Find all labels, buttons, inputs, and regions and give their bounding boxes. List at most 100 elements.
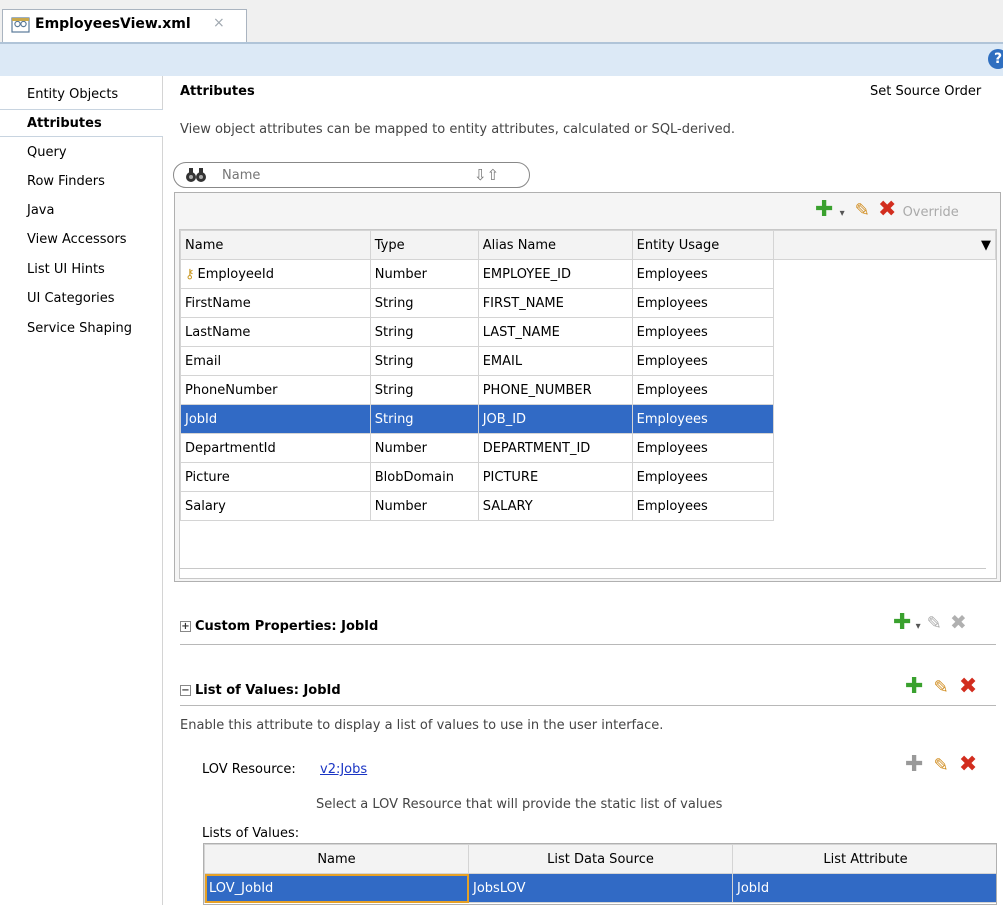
help-icon[interactable]: ? [988,49,1003,69]
close-icon[interactable]: × [213,15,225,31]
add-dropdown-icon[interactable]: ▾ [916,621,921,632]
add-lov-icon[interactable]: ✚ [905,674,923,699]
cell-name: DepartmentId [180,433,371,463]
column-header-alias[interactable]: Alias Name [477,230,633,260]
cell-type: String [369,317,479,347]
attribute-search-box: ⇩⇧ [173,162,530,188]
nav-item-attributes[interactable]: Attributes [0,109,163,137]
lov-description: Enable this attribute to display a list … [180,718,664,733]
editor-header-bar: ? [0,42,1003,76]
add-resource-icon: ✚ [905,752,924,777]
add-dropdown-icon[interactable]: ▾ [840,208,845,219]
nav-item-java[interactable]: Java [0,197,163,225]
lov-resource-link[interactable]: v2:Jobs [320,762,367,777]
cell-alias: PICTURE [477,462,633,492]
custom-properties-title: Custom Properties: JobId [195,619,379,634]
custom-properties-toolbar: ✚ ▾ ✎ ✖ [893,610,967,635]
editor-tab[interactable]: EmployeesView.xml × [2,9,247,42]
lists-of-values-label: Lists of Values: [202,826,300,841]
column-header-list-data-source[interactable]: List Data Source [468,844,733,874]
nav-item-row-finders[interactable]: Row Finders [0,168,163,196]
table-row-selected[interactable]: LOV_JobId JobsLOV JobId [204,873,996,903]
custom-properties-header[interactable]: + Custom Properties: JobId [180,619,378,634]
sort-up-icon[interactable]: ⇧ [487,166,500,184]
horizontal-scrollbar[interactable] [180,568,986,569]
cell-empty [774,347,996,376]
cell-empty [774,260,996,289]
column-header-name[interactable]: Name [180,230,371,260]
delete-icon[interactable]: ✖ [959,752,977,777]
binoculars-icon[interactable] [184,167,208,183]
table-row[interactable]: PhoneNumber String PHONE_NUMBER Employee… [180,375,996,405]
cell-name: LastName [180,317,371,347]
cell-usage: Employees [631,346,775,376]
cell-name[interactable]: LOV_JobId [204,873,469,903]
column-chooser[interactable]: ▼ [773,230,996,260]
table-row[interactable]: DepartmentId Number DEPARTMENT_ID Employ… [180,433,996,463]
cell-alias: FIRST_NAME [477,288,633,318]
collapse-icon[interactable]: − [180,685,191,696]
edit-icon[interactable]: ✎ [855,200,870,221]
add-custom-property-icon[interactable]: ✚ [893,610,911,635]
table-row[interactable]: ⚷ EmployeeId Number EMPLOYEE_ID Employees [180,259,996,289]
column-chooser-icon[interactable]: ▼ [981,238,991,253]
lov-resource-toolbar: ✚ ✎ ✖ [905,752,977,777]
cell-alias: PHONE_NUMBER [477,375,633,405]
cell-type: String [369,375,479,405]
edit-icon[interactable]: ✎ [934,677,949,698]
nav-item-view-accessors[interactable]: View Accessors [0,226,163,254]
tab-title: EmployeesView.xml [35,16,191,32]
column-header-entity-usage[interactable]: Entity Usage [631,230,775,260]
table-header-row: Name Type Alias Name Entity Usage ▼ [180,230,996,260]
attributes-toolbar: ✚ ▾ ✎ ✖ Override [815,197,959,222]
table-row[interactable]: FirstName String FIRST_NAME Employees [180,288,996,318]
nav-item-query[interactable]: Query [0,139,163,167]
set-source-order-link[interactable]: Set Source Order [870,84,981,99]
column-header-name[interactable]: Name [204,844,469,874]
nav-item-entity-objects[interactable]: Entity Objects [0,81,163,109]
page-title: Attributes [180,84,255,99]
cell-alias: DEPARTMENT_ID [477,433,633,463]
cell-name: Salary [180,491,371,521]
cell-usage: Employees [631,375,775,405]
attributes-description: View object attributes can be mapped to … [180,122,736,137]
search-input[interactable] [222,166,462,184]
cell-type: Number [369,433,479,463]
column-header-type[interactable]: Type [369,230,479,260]
cell-name: ⚷ EmployeeId [180,259,371,289]
edit-icon[interactable]: ✎ [934,755,949,776]
nav-item-list-ui-hints[interactable]: List UI Hints [0,256,163,284]
table-row[interactable]: LastName String LAST_NAME Employees [180,317,996,347]
table-row-selected[interactable]: JobId String JOB_ID Employees [180,404,996,434]
expand-icon[interactable]: + [180,621,191,632]
table-row[interactable]: Salary Number SALARY Employees [180,491,996,521]
delete-icon[interactable]: ✖ [878,197,896,222]
primary-key-icon: ⚷ [185,266,195,282]
cell-usage: Employees [631,317,775,347]
column-header-list-attribute[interactable]: List Attribute [732,844,996,874]
cell-empty [774,463,996,492]
list-of-values-toolbar: ✚ ✎ ✖ [905,674,977,699]
lov-resource-hint: Select a LOV Resource that will provide … [316,797,723,812]
delete-icon[interactable]: ✖ [959,674,977,699]
add-attribute-icon[interactable]: ✚ [815,197,833,222]
table-row[interactable]: Email String EMAIL Employees [180,346,996,376]
view-object-icon [11,17,30,33]
cell-usage: Employees [631,491,775,521]
cell-empty [774,318,996,347]
nav-item-service-shaping[interactable]: Service Shaping [0,315,163,343]
override-button[interactable]: Override [903,205,959,220]
cell-type: Number [369,491,479,521]
table-row[interactable]: Picture BlobDomain PICTURE Employees [180,462,996,492]
cell-name: PhoneNumber [180,375,371,405]
cell-type: Number [369,259,479,289]
cell-source: JobsLOV [468,873,733,903]
cell-type: String [369,404,479,434]
nav-item-ui-categories[interactable]: UI Categories [0,285,163,313]
list-of-values-header[interactable]: − List of Values: JobId [180,683,341,698]
cell-type: String [369,346,479,376]
lov-table-panel: Name List Data Source List Attribute LOV… [203,843,997,905]
cell-empty [774,492,996,521]
cell-usage: Employees [631,404,775,434]
sort-down-icon[interactable]: ⇩ [474,166,487,184]
